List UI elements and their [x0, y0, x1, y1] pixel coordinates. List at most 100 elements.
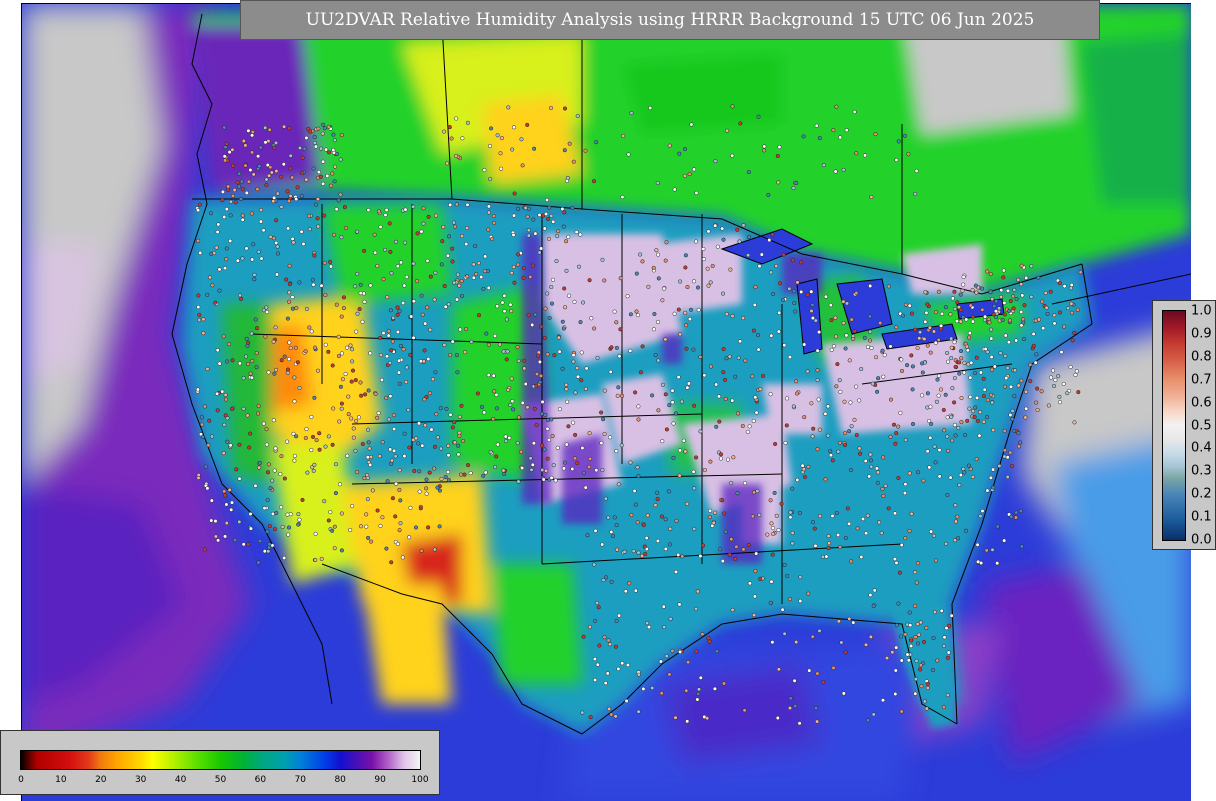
observation-dot [826, 546, 831, 551]
observation-dot [498, 151, 503, 156]
observation-dot [202, 404, 207, 409]
observation-dot [740, 423, 745, 429]
observation-dot [250, 129, 255, 135]
humidity-tick-label: 100 [411, 775, 429, 785]
observation-dot [658, 659, 663, 664]
observation-dot [1057, 310, 1062, 315]
observation-dot [909, 638, 914, 643]
observation-dot [511, 232, 516, 237]
observation-dot [227, 150, 232, 155]
observation-dot [765, 532, 770, 537]
observation-dot [813, 318, 818, 323]
observation-dot [834, 510, 839, 516]
observation-dot [446, 453, 451, 458]
observation-dot [430, 377, 435, 382]
observation-dot [401, 347, 406, 352]
observation-dot [815, 368, 820, 373]
observation-dot [725, 457, 731, 462]
observation-dot [279, 454, 284, 459]
observation-dot [1043, 290, 1048, 295]
observation-dot [312, 134, 317, 140]
observation-dot [718, 452, 724, 457]
observation-dot [282, 476, 287, 481]
observation-dot [275, 251, 280, 256]
observation-dot [459, 403, 464, 408]
observation-dot [961, 274, 966, 279]
observation-dot [494, 406, 499, 411]
observation-dot [339, 314, 344, 319]
observation-dot [815, 447, 820, 452]
observation-dot [328, 264, 333, 269]
observation-dot [750, 514, 755, 519]
observation-dot [948, 475, 953, 480]
observation-dot [546, 236, 552, 241]
observation-dot [936, 393, 941, 398]
observation-dot [702, 714, 707, 719]
observation-dot [787, 597, 792, 602]
observation-dot [636, 404, 641, 409]
observation-dot [903, 632, 908, 637]
observation-dot [249, 211, 254, 216]
observation-dot [805, 292, 810, 297]
observation-dot [694, 190, 699, 195]
observation-dot [702, 373, 707, 378]
observation-dot [273, 140, 279, 145]
observation-dot [502, 309, 507, 314]
observation-dot [859, 554, 864, 560]
observation-dot [1048, 289, 1053, 294]
observation-dot [620, 195, 625, 200]
observation-dot [297, 145, 303, 151]
observation-dot [263, 334, 268, 339]
humidity-tick-label: 90 [374, 775, 386, 785]
observation-dot [833, 315, 838, 320]
observation-dot [876, 376, 881, 381]
observation-dot [265, 310, 270, 315]
observation-dot [628, 312, 633, 317]
observation-dot [556, 229, 561, 234]
observation-dot [395, 541, 400, 547]
observation-dot [489, 126, 494, 131]
observation-dot [603, 496, 608, 501]
observation-dot [280, 524, 285, 529]
residual-tick-label: 0.4 [1191, 440, 1212, 456]
observation-dot [322, 213, 327, 218]
observation-dot [715, 244, 720, 249]
observation-dot [313, 202, 319, 207]
observation-dot [963, 528, 969, 533]
observation-dot [997, 463, 1002, 469]
observation-dot [906, 152, 911, 157]
observation-dot [980, 286, 985, 291]
observation-dot [862, 335, 867, 340]
observation-dot [264, 442, 269, 447]
observation-dot [544, 468, 549, 473]
observation-dot [881, 455, 886, 460]
observation-dot [664, 240, 669, 245]
observation-dot [769, 521, 774, 526]
observation-dot [771, 531, 776, 537]
observation-dot [655, 538, 660, 543]
observation-dot [653, 503, 658, 508]
observation-dot [730, 104, 735, 109]
observation-dot [903, 302, 909, 307]
observation-dot [758, 387, 763, 392]
observation-dot [892, 511, 898, 516]
observation-dot [821, 163, 826, 168]
observation-dot [425, 258, 430, 263]
observation-dot [781, 252, 786, 257]
observation-dot [293, 345, 298, 350]
observation-dot [229, 507, 234, 512]
observation-dot [319, 283, 324, 288]
observation-dot [978, 370, 983, 375]
observation-dot [546, 437, 552, 442]
observation-dot [388, 394, 393, 399]
observation-dot [391, 413, 396, 418]
observation-dot [534, 372, 540, 377]
observation-dot [815, 378, 820, 383]
observation-dot [583, 485, 588, 490]
observation-dot [583, 148, 588, 153]
observation-dot [316, 224, 321, 229]
observation-dot [547, 315, 552, 321]
observation-dot [683, 265, 688, 270]
observation-dot [636, 550, 641, 555]
observation-dot [943, 305, 948, 310]
